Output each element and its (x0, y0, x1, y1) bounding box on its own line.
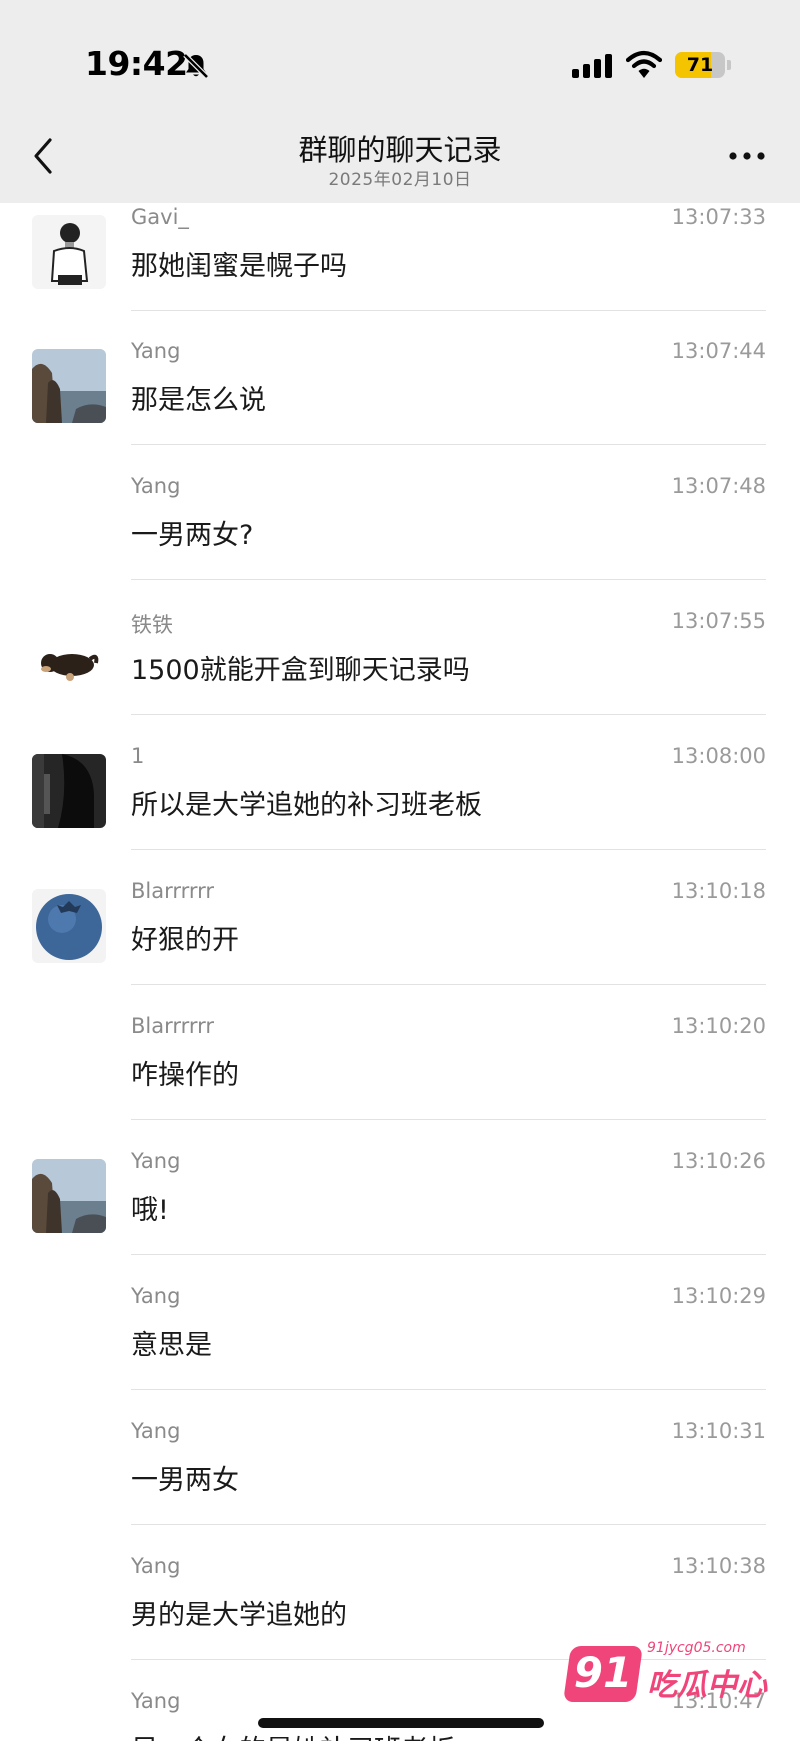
message-time: 13:10:38 (671, 1554, 766, 1578)
signal-icon (572, 54, 612, 78)
sender-name: Yang (131, 1554, 181, 1578)
sender-name: Gavi_ (131, 205, 189, 229)
message-time: 13:10:31 (671, 1419, 766, 1443)
message-time: 13:07:55 (671, 609, 766, 633)
sketch-person-avatar-icon (32, 215, 106, 289)
top-bar: 19:42 71 群聊的聊天记录 2025年02月10日 (0, 0, 800, 203)
page-title: 群聊的聊天记录 (298, 133, 502, 167)
battery-body: 71 (675, 52, 725, 78)
message-text: 一男两女 (131, 1465, 239, 1496)
message-item[interactable]: Yang 13:10:26 哦! (0, 1147, 800, 1282)
sender-name: Yang (131, 1689, 181, 1713)
sender-name: 铁铁 (131, 613, 173, 637)
page-subtitle-date: 2025年02月10日 (328, 170, 472, 190)
watermark-number: 91 (573, 1648, 633, 1697)
status-time: 19:42 (85, 44, 188, 83)
message-item[interactable]: Yang 13:07:44 那是怎么说 (0, 337, 800, 472)
message-item[interactable]: Blarrrrrr 13:10:20 咋操作的 (0, 1012, 800, 1147)
sender-name: Yang (131, 339, 181, 363)
blueberry-avatar-icon (32, 889, 106, 963)
home-indicator[interactable] (258, 1718, 544, 1728)
message-item[interactable]: 1 13:08:00 所以是大学追她的补习班老板 (0, 742, 800, 877)
message-time: 13:10:29 (671, 1284, 766, 1308)
message-text: 男的是大学追她的 (131, 1600, 347, 1631)
sender-name: Yang (131, 1419, 181, 1443)
message-time: 13:10:20 (671, 1014, 766, 1038)
avatar[interactable] (32, 215, 106, 289)
battery-indicator: 71 (675, 52, 731, 78)
message-text: 好狠的开 (131, 925, 239, 956)
message-item[interactable]: Yang 13:10:31 一男两女 (0, 1417, 800, 1552)
message-item[interactable]: Yang 13:07:48 一男两女? (0, 472, 800, 607)
message-text: 所以是大学追她的补习班老板 (131, 790, 482, 821)
divider (131, 1254, 766, 1255)
divider (131, 1119, 766, 1120)
sender-name: Yang (131, 1284, 181, 1308)
watermark-url: 91jycg05.com (647, 1640, 746, 1656)
site-watermark: 91 91jycg05.com 吃瓜中心 (563, 1640, 767, 1710)
more-options-icon[interactable] (727, 146, 767, 166)
sender-name: 1 (131, 744, 145, 768)
message-time: 13:07:48 (671, 474, 766, 498)
message-text: 一男两女? (131, 520, 254, 551)
avatar[interactable] (32, 619, 106, 693)
battery-level-text: 71 (686, 54, 714, 76)
message-item[interactable]: 铁铁 13:07:55 1500就能开盒到聊天记录吗 (0, 607, 800, 742)
sender-name: Blarrrrrr (131, 1014, 215, 1038)
message-time: 13:10:26 (671, 1149, 766, 1173)
message-list[interactable]: Gavi_ 13:07:33 那她闺蜜是幌子吗 Yang 13:07:44 那是… (0, 203, 800, 1741)
message-time: 13:07:33 (671, 205, 766, 229)
message-time: 13:07:44 (671, 339, 766, 363)
divider (131, 444, 766, 445)
puppy-avatar-icon (32, 619, 106, 693)
divider (131, 849, 766, 850)
divider (131, 1389, 766, 1390)
message-text: 那她闺蜜是幌子吗 (131, 251, 347, 282)
message-text: 1500就能开盒到聊天记录吗 (131, 655, 470, 686)
avatar[interactable] (32, 889, 106, 963)
message-text: 意思是 (131, 1330, 212, 1361)
message-text: 哦! (131, 1195, 169, 1226)
message-text: 那是怎么说 (131, 385, 266, 416)
watermark-name: 吃瓜中心 (647, 1668, 767, 1703)
sender-name: Yang (131, 474, 181, 498)
divider (131, 984, 766, 985)
message-text: 另一个女的是她补习班老板 (131, 1728, 455, 1741)
seaside-rocks-avatar-icon (32, 1159, 106, 1233)
message-item[interactable]: Gavi_ 13:07:33 那她闺蜜是幌子吗 (0, 203, 800, 338)
message-text: 咋操作的 (131, 1060, 239, 1091)
divider (131, 310, 766, 311)
sender-name: Yang (131, 1149, 181, 1173)
message-time: 13:10:18 (671, 879, 766, 903)
wifi-icon (626, 50, 662, 78)
divider (131, 1524, 766, 1525)
battery-tip (727, 60, 731, 70)
divider (131, 579, 766, 580)
message-item[interactable]: Blarrrrrr 13:10:18 好狠的开 (0, 877, 800, 1012)
message-time: 13:08:00 (671, 744, 766, 768)
bell-muted-icon (183, 53, 209, 79)
seaside-rocks-avatar-icon (32, 349, 106, 423)
avatar[interactable] (32, 1159, 106, 1233)
dark-photo-avatar-icon (32, 754, 106, 828)
divider (131, 714, 766, 715)
sender-name: Blarrrrrr (131, 879, 215, 903)
avatar[interactable] (32, 349, 106, 423)
message-item[interactable]: Yang 13:10:29 意思是 (0, 1282, 800, 1417)
avatar[interactable] (32, 754, 106, 828)
